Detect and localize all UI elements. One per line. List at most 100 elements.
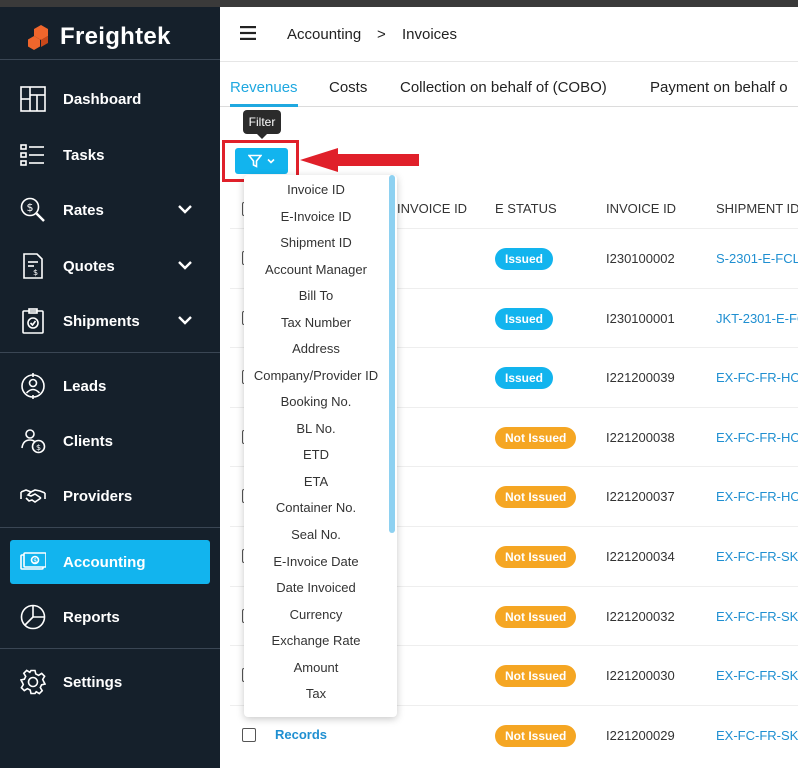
tab-revenues[interactable]: Revenues	[230, 79, 298, 96]
chevron-down-icon[interactable]	[176, 311, 194, 329]
sidebar-item-quotes[interactable]: $ Quotes	[10, 244, 210, 288]
shipment-id-link[interactable]: EX-FC-FR-SKI	[716, 668, 798, 683]
filter-option[interactable]: Seal No.	[244, 522, 388, 548]
records-link[interactable]: Records	[275, 727, 327, 742]
filter-option[interactable]: ETA	[244, 469, 388, 495]
sidebar-item-label: Rates	[63, 201, 104, 219]
invoice-id-cell: I230100002	[606, 251, 675, 266]
sidebar-divider	[0, 527, 220, 528]
filter-option[interactable]: Date Invoiced	[244, 575, 388, 601]
filter-option[interactable]: Exchange Rate	[244, 628, 388, 654]
filter-option[interactable]: Booking No.	[244, 389, 388, 415]
window-top-strip	[0, 0, 798, 7]
sidebar-item-leads[interactable]: Leads	[10, 364, 210, 408]
status-badge: Issued	[495, 308, 554, 330]
shipment-id-link[interactable]: S-2301-E-FCL	[716, 251, 798, 266]
column-header-invoice-id-partial[interactable]: INVOICE ID	[397, 201, 467, 216]
status-badge: Not Issued	[495, 725, 577, 747]
sidebar-item-settings[interactable]: Settings	[10, 660, 210, 704]
filter-option[interactable]: BL No.	[244, 416, 388, 442]
hamburger-menu-icon[interactable]	[240, 26, 256, 40]
quotes-icon: $	[20, 253, 46, 279]
freightek-logo-icon	[28, 25, 48, 50]
tab-cobo[interactable]: Collection on behalf of (COBO)	[400, 79, 607, 96]
breadcrumb-page: Invoices	[402, 26, 458, 43]
filter-button[interactable]	[235, 148, 288, 174]
filter-option[interactable]: Address	[244, 336, 388, 362]
filter-option[interactable]: ETD	[244, 442, 388, 468]
filter-option[interactable]: E-Invoice ID	[244, 204, 388, 230]
invoice-id-cell: I221200038	[606, 430, 675, 445]
chevron-down-icon	[266, 158, 275, 164]
filter-option[interactable]: Bill To	[244, 283, 388, 309]
sidebar-item-label: Settings	[63, 673, 123, 691]
chevron-down-icon[interactable]	[176, 256, 194, 274]
invoice-id-cell: I221200030	[606, 668, 675, 683]
filter-option[interactable]: Amount	[244, 655, 388, 681]
shipment-id-link[interactable]: EX-FC-FR-HO	[716, 370, 798, 385]
filter-option[interactable]: Tax Number	[244, 310, 388, 336]
tab-costs[interactable]: Costs	[329, 79, 367, 96]
shipment-id-link[interactable]: JKT-2301-E-FC	[716, 311, 798, 326]
status-badge: Issued	[495, 367, 554, 389]
shipments-icon	[20, 308, 46, 334]
shipment-id-link[interactable]: EX-FC-FR-SKI	[716, 728, 798, 743]
brand[interactable]: Freightek	[26, 23, 171, 51]
invoice-id-cell: I221200032	[606, 609, 675, 624]
sidebar-item-label: Reports	[63, 608, 120, 626]
filter-option[interactable]: Container No.	[244, 495, 388, 521]
shipment-id-link[interactable]: EX-FC-FR-SKI	[716, 609, 798, 624]
filter-option[interactable]: Invoice ID	[244, 177, 388, 203]
filter-dropdown-menu: Invoice ID E-Invoice ID Shipment ID Acco…	[244, 175, 397, 717]
pie-chart-icon	[20, 604, 46, 630]
invoice-id-cell: I230100001	[606, 311, 675, 326]
invoice-id-cell: I221200037	[606, 489, 675, 504]
column-header-shipment-id[interactable]: SHIPMENT ID	[716, 201, 798, 216]
column-header-e-status[interactable]: E STATUS	[495, 201, 557, 216]
sidebar-item-label: Dashboard	[63, 90, 142, 108]
accounting-icon: $	[20, 549, 46, 575]
filter-option[interactable]: E-Invoice Date	[244, 549, 388, 575]
shipment-id-link[interactable]: EX-FC-FR-HO	[716, 489, 798, 504]
sidebar-item-rates[interactable]: $ Rates	[10, 188, 210, 232]
filter-icon	[247, 154, 262, 168]
sidebar-item-label: Shipments	[63, 312, 140, 330]
sidebar-item-dashboard[interactable]: Dashboard	[10, 77, 210, 121]
sidebar-item-label: Quotes	[63, 257, 115, 275]
tasks-icon	[20, 142, 46, 168]
row-checkbox[interactable]	[242, 728, 256, 742]
filter-option[interactable]: Currency	[244, 602, 388, 628]
sidebar-item-reports[interactable]: Reports	[10, 595, 210, 639]
annotation-arrow-icon	[300, 148, 419, 172]
rates-icon: $	[20, 197, 46, 223]
breadcrumb-section[interactable]: Accounting	[287, 26, 361, 43]
status-badge: Not Issued	[495, 546, 577, 568]
sidebar-item-accounting[interactable]: $ Accounting	[10, 540, 210, 584]
shipment-id-link[interactable]: EX-FC-FR-SKI	[716, 549, 798, 564]
filter-option[interactable]: Tax	[244, 681, 388, 707]
filter-option[interactable]: Company/Provider ID	[244, 363, 388, 389]
column-header-invoice-id[interactable]: INVOICE ID	[606, 201, 676, 216]
sidebar-item-label: Leads	[63, 377, 107, 395]
filter-tooltip: Filter	[243, 110, 281, 139]
sidebar-item-shipments[interactable]: Shipments	[10, 299, 210, 343]
filter-option[interactable]: Account Manager	[244, 257, 388, 283]
status-badge: Not Issued	[495, 427, 577, 449]
tab-payment-on-behalf[interactable]: Payment on behalf o	[650, 79, 788, 96]
sidebar-item-clients[interactable]: $ Clients	[10, 419, 210, 463]
sidebar-item-label: Tasks	[63, 146, 105, 164]
chevron-down-icon[interactable]	[176, 200, 194, 218]
invoice-tabs: Revenues Costs Collection on behalf of (…	[220, 62, 798, 107]
dropdown-scrollbar[interactable]	[389, 175, 395, 533]
svg-text:$: $	[33, 558, 37, 565]
filter-option[interactable]: Shipment ID	[244, 230, 388, 256]
sidebar-item-providers[interactable]: Providers	[10, 474, 210, 518]
brand-name: Freightek	[60, 23, 171, 50]
dashboard-icon	[20, 86, 46, 112]
shipment-id-link[interactable]: EX-FC-FR-HO	[716, 430, 798, 445]
app-root: Freightek Dashboard Tasks $ Rates $ Quot…	[0, 0, 798, 768]
sidebar-item-label: Clients	[63, 432, 114, 450]
sidebar-item-tasks[interactable]: Tasks	[10, 133, 210, 177]
handshake-icon	[20, 483, 46, 509]
top-header: Accounting > Invoices	[220, 7, 798, 62]
